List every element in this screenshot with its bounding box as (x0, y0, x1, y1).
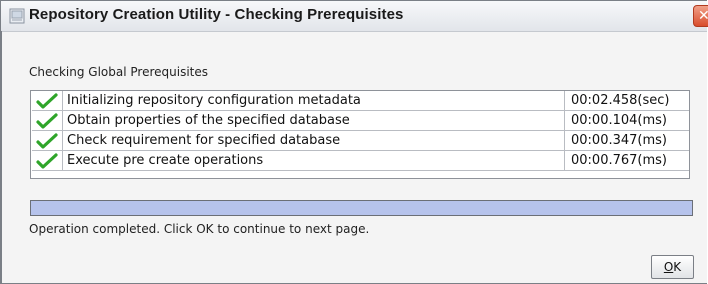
check-name: Check requirement for specified database (62, 131, 565, 150)
table-row[interactable]: Initializing repository configuration me… (32, 91, 689, 111)
check-icon (36, 153, 58, 169)
ok-label-rest: K (673, 260, 682, 274)
table-row[interactable]: Check requirement for specified database… (32, 131, 689, 151)
progress-bar (30, 200, 693, 216)
prerequisites-table: Initializing repository configuration me… (30, 90, 690, 179)
close-button[interactable]: ✕ (693, 5, 708, 27)
app-icon (9, 8, 25, 24)
window-border (1, 31, 2, 283)
check-icon (36, 133, 58, 149)
check-icon (36, 93, 58, 109)
check-time: 00:02.458(sec) (571, 93, 670, 108)
window-title: Repository Creation Utility - Checking P… (29, 6, 404, 23)
section-label: Checking Global Prerequisites (29, 65, 208, 79)
ok-mnemonic: O (663, 260, 674, 274)
check-time: 00:00.104(ms) (571, 113, 667, 128)
status-message: Operation completed. Click OK to continu… (29, 222, 370, 236)
table-row[interactable]: Execute pre create operations 00:00.767(… (32, 151, 689, 171)
check-time: 00:00.767(ms) (571, 153, 667, 168)
close-icon: ✕ (698, 8, 708, 24)
check-name: Obtain properties of the specified datab… (62, 111, 565, 130)
check-icon (36, 113, 58, 129)
ok-button[interactable]: OK (651, 255, 694, 279)
progress-fill (31, 201, 692, 215)
title-bar[interactable]: Repository Creation Utility - Checking P… (1, 1, 708, 32)
dialog-window: Repository Creation Utility - Checking P… (0, 0, 708, 284)
check-time: 00:00.347(ms) (571, 133, 667, 148)
check-name: Execute pre create operations (62, 151, 565, 170)
table-row[interactable]: Obtain properties of the specified datab… (32, 111, 689, 131)
check-name: Initializing repository configuration me… (62, 91, 565, 110)
